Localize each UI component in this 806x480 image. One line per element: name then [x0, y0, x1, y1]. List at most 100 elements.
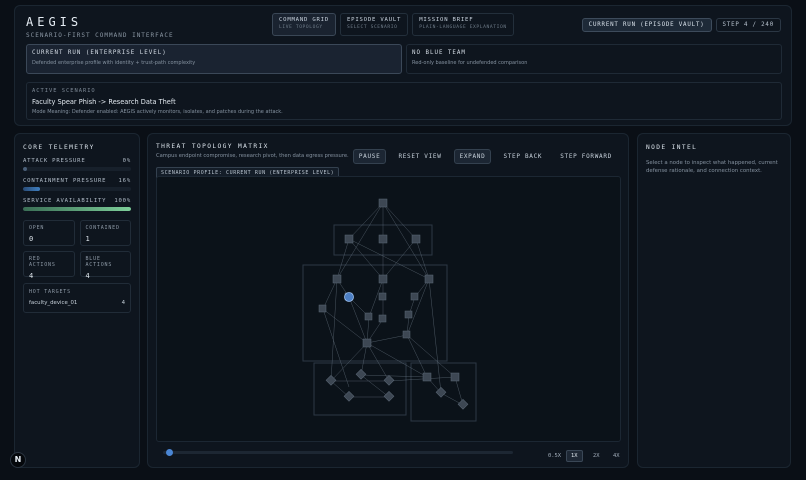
- metric-value: 0%: [122, 158, 131, 164]
- mode-title: CURRENT RUN (ENTERPRISE LEVEL): [32, 50, 167, 56]
- topology-node[interactable]: [457, 398, 469, 410]
- topology-node[interactable]: [344, 234, 354, 244]
- hot-targets-label: HOT TARGETS: [29, 289, 71, 295]
- mode-title: NO BLUE TEAM: [412, 50, 466, 56]
- metric-label: CONTAINMENT PRESSURE: [23, 178, 107, 184]
- threat-topology-panel: THREAT TOPOLOGY MATRIX Campus endpoint c…: [147, 133, 629, 468]
- current-run-button[interactable]: CURRENT RUN (EPISODE VAULT): [581, 18, 712, 32]
- mode-card-no-blue-team[interactable]: NO BLUE TEAM Red-only baseline for undef…: [406, 44, 782, 74]
- hot-targets: HOT TARGETS faculty_device_01 4: [23, 283, 131, 313]
- edges: [322, 202, 464, 406]
- stat-value: 1: [85, 235, 90, 243]
- stat-label: CONTAINED: [85, 225, 120, 231]
- stat-open: OPEN 0: [23, 220, 75, 246]
- tab-label: COMMAND GRID: [279, 17, 330, 23]
- metric-value: 16%: [118, 178, 131, 184]
- topology-node[interactable]: [450, 372, 460, 382]
- metric-value: 100%: [114, 198, 131, 204]
- run-status: CURRENT RUN (EPISODE VAULT) STEP 4 / 240: [581, 18, 781, 32]
- stat-label: RED ACTIONS: [29, 256, 56, 268]
- stat-value: 0: [29, 235, 34, 243]
- topology-node[interactable]: [378, 234, 388, 244]
- step-back-button[interactable]: STEP BACK: [497, 149, 548, 164]
- stat-grid: OPEN 0 CONTAINED 1 RED ACTIONS 4 BLUE ACTIO…: [23, 220, 131, 280]
- core-telemetry-panel: CORE TELEMETRY ATTACK PRESSURE 0% CONTAIN…: [14, 133, 140, 468]
- pause-button[interactable]: PAUSE: [352, 149, 387, 164]
- topology-node[interactable]: [383, 390, 395, 402]
- topology-node[interactable]: [383, 374, 395, 386]
- tab-command-grid[interactable]: COMMAND GRID LIVE TOPOLOGY: [272, 13, 337, 36]
- stat-contained: CONTAINED 1: [79, 220, 131, 246]
- node-intel-title: NODE INTEL: [646, 144, 698, 151]
- tab-episode-vault[interactable]: EPISODE VAULT SELECT SCENARIO: [340, 13, 409, 36]
- stat-blue-actions: BLUE ACTIONS 4: [79, 251, 131, 280]
- topology-canvas[interactable]: [156, 176, 621, 442]
- metric-label: SERVICE AVAILABILITY: [23, 198, 107, 204]
- timeline-thumb[interactable]: [165, 449, 173, 456]
- metric-attack-pressure: ATTACK PRESSURE 0%: [23, 158, 131, 171]
- metric-bar: [23, 187, 131, 191]
- metric-bar: [23, 207, 131, 211]
- topology-title: THREAT TOPOLOGY MATRIX: [156, 143, 269, 150]
- topology-node[interactable]: [362, 338, 372, 348]
- topology-graph: [302, 198, 477, 422]
- topology-node[interactable]: [378, 274, 388, 284]
- mode-desc: Defended enterprise profile with identit…: [32, 60, 196, 66]
- zoom-4x-button[interactable]: 4X: [608, 450, 625, 462]
- topology-node[interactable]: [378, 292, 387, 301]
- topology-node[interactable]: [332, 274, 342, 284]
- topology-controls: PAUSE RESET VIEW EXPAND STEP BACK STEP F…: [352, 149, 618, 164]
- app-logo-icon[interactable]: N: [10, 452, 26, 468]
- timeline-track[interactable]: [163, 451, 513, 454]
- selected-node[interactable]: [344, 292, 354, 302]
- topology-node[interactable]: [378, 198, 388, 208]
- telemetry-title: CORE TELEMETRY: [23, 144, 95, 151]
- metric-bar-fill: [23, 167, 28, 171]
- topology-node[interactable]: [411, 234, 421, 244]
- tab-sub: SELECT SCENARIO: [347, 25, 398, 30]
- node-intel-desc: Select a node to inspect what happened, …: [646, 160, 778, 174]
- tab-label: MISSION BRIEF: [419, 17, 474, 23]
- stat-value: 4: [29, 272, 34, 280]
- topology-node[interactable]: [378, 314, 387, 323]
- topology-desc: Campus endpoint compromise, research piv…: [156, 153, 349, 159]
- topology-node[interactable]: [343, 390, 355, 402]
- stat-label: OPEN: [29, 225, 45, 231]
- zoom-2x-button[interactable]: 2X: [588, 450, 605, 462]
- metric-bar: [23, 167, 131, 171]
- metric-bar-fill: [23, 207, 131, 211]
- zoom-0-5x-button[interactable]: 0.5X: [543, 450, 566, 462]
- expand-button[interactable]: EXPAND: [453, 149, 492, 164]
- tab-sub: PLAIN-LANGUAGE EXPLANATION: [419, 25, 507, 30]
- mode-desc: Red-only baseline for undefended compari…: [412, 60, 528, 66]
- topology-node[interactable]: [422, 372, 432, 382]
- tab-label: EPISODE VAULT: [347, 17, 402, 23]
- app-subtitle: SCENARIO-FIRST COMMAND INTERFACE: [26, 32, 174, 39]
- topology-node[interactable]: [318, 304, 327, 313]
- topology-node[interactable]: [364, 312, 373, 321]
- node-intel-panel: NODE INTEL Select a node to inspect what…: [637, 133, 791, 468]
- stat-label: BLUE ACTIONS: [85, 256, 113, 268]
- app-title: AEGIS: [26, 15, 83, 29]
- scenario-name: Faculty Spear Phish -> Research Data The…: [32, 98, 176, 106]
- topology-node[interactable]: [424, 274, 434, 284]
- stat-value: 4: [85, 272, 90, 280]
- tab-mission-brief[interactable]: MISSION BRIEF PLAIN-LANGUAGE EXPLANATION: [412, 13, 514, 36]
- brand: AEGIS SCENARIO-FIRST COMMAND INTERFACE: [26, 15, 174, 39]
- metric-service-availability: SERVICE AVAILABILITY 100%: [23, 198, 131, 211]
- scenario-meaning: Mode Meaning: Defender enabled: AEGIS ac…: [32, 109, 283, 115]
- topology-node[interactable]: [410, 292, 419, 301]
- hot-target-count: 4: [121, 300, 125, 306]
- metric-label: ATTACK PRESSURE: [23, 158, 86, 164]
- reset-view-button[interactable]: RESET VIEW: [392, 149, 447, 164]
- scenario-label: ACTIVE SCENARIO: [32, 88, 96, 94]
- zoom-1x-button[interactable]: 1X: [566, 450, 583, 462]
- header: AEGIS SCENARIO-FIRST COMMAND INTERFACE C…: [14, 5, 792, 126]
- step-forward-button[interactable]: STEP FORWARD: [554, 149, 618, 164]
- metric-bar-fill: [23, 187, 41, 191]
- topology-node[interactable]: [404, 310, 413, 319]
- topology-node[interactable]: [402, 330, 411, 339]
- hot-target-item[interactable]: faculty_device_01 4: [29, 300, 125, 306]
- hot-target-name: faculty_device_01: [29, 300, 78, 306]
- mode-card-current-run[interactable]: CURRENT RUN (ENTERPRISE LEVEL) Defended …: [26, 44, 402, 74]
